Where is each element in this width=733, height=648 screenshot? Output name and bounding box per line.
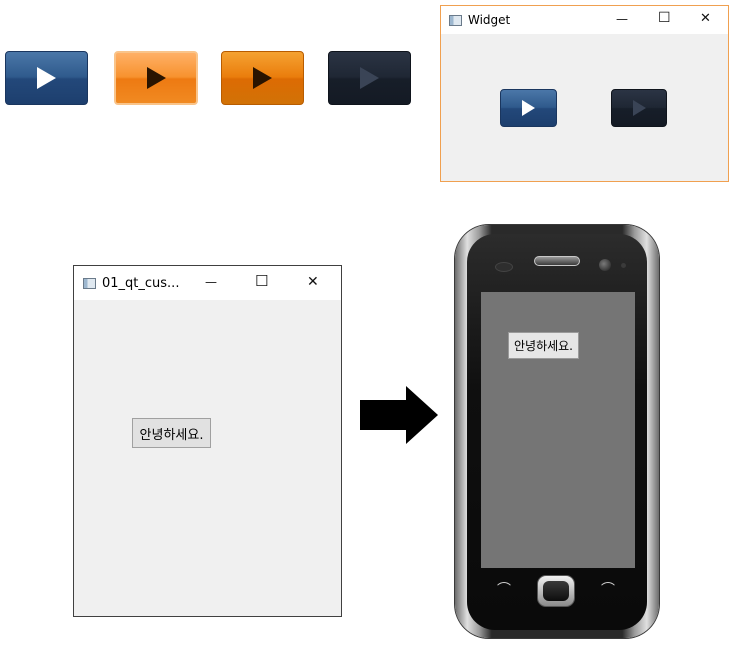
play-icon bbox=[37, 67, 56, 89]
phone-end-icon[interactable]: ⌒ bbox=[601, 583, 615, 597]
app-icon bbox=[83, 277, 96, 289]
phone-sensor bbox=[495, 262, 513, 272]
qt-window: 01_qt_cus... — ☐ ✕ 안녕하세요. bbox=[73, 265, 342, 617]
widget-window-titlebar[interactable]: Widget — ☐ ✕ bbox=[441, 6, 728, 34]
play-button-orange-light[interactable] bbox=[114, 51, 198, 105]
home-button-center bbox=[543, 581, 569, 601]
arrow-icon bbox=[360, 400, 408, 430]
greeting-button[interactable]: 안녕하세요. bbox=[132, 418, 211, 448]
maximize-icon[interactable]: ☐ bbox=[255, 274, 268, 289]
maximize-icon[interactable]: ☐ bbox=[658, 11, 671, 25]
play-icon bbox=[522, 100, 535, 116]
camera-icon bbox=[599, 259, 611, 271]
play-button-disabled[interactable] bbox=[328, 51, 411, 105]
widget-play-button[interactable] bbox=[500, 89, 557, 127]
phone-greeting-button[interactable]: 안녕하세요. bbox=[508, 332, 579, 359]
play-icon bbox=[632, 100, 646, 116]
phone-screen: 안녕하세요. bbox=[481, 292, 635, 568]
close-icon[interactable]: ✕ bbox=[700, 12, 711, 25]
play-icon bbox=[360, 67, 379, 89]
play-button-orange-dark[interactable] bbox=[221, 51, 304, 105]
widget-window-title: Widget bbox=[468, 13, 511, 27]
minimize-icon[interactable]: — bbox=[616, 13, 628, 25]
arrow-head bbox=[406, 386, 438, 444]
play-icon bbox=[253, 67, 272, 89]
close-icon[interactable]: ✕ bbox=[307, 275, 319, 289]
qt-window-titlebar[interactable]: 01_qt_cus... — ☐ ✕ bbox=[74, 266, 341, 300]
phone-speaker bbox=[534, 256, 580, 266]
phone-call-icon[interactable]: ⌒ bbox=[497, 583, 511, 597]
widget-play-button-disabled[interactable] bbox=[611, 89, 667, 127]
qt-window-title: 01_qt_cus... bbox=[102, 275, 180, 291]
app-icon bbox=[449, 14, 462, 26]
phone-led bbox=[621, 263, 626, 268]
widget-window: Widget — ☐ ✕ bbox=[440, 5, 729, 182]
minimize-icon[interactable]: — bbox=[205, 276, 217, 288]
play-icon bbox=[146, 67, 166, 89]
play-button-blue[interactable] bbox=[5, 51, 88, 105]
